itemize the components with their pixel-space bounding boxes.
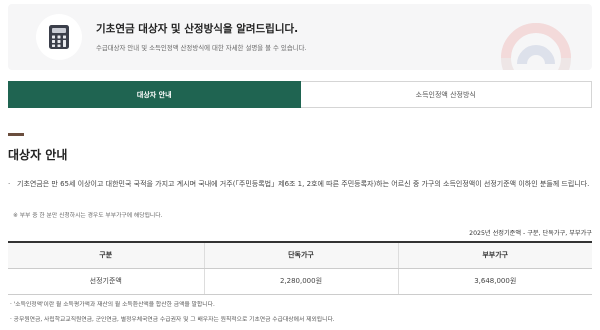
bullet-marker: · bbox=[8, 180, 11, 188]
banner-title: 기초연금 대상자 및 산정방식을 알려드립니다. bbox=[96, 23, 299, 35]
cell-category: 선정기준액 bbox=[8, 268, 204, 295]
section-title: 대상자 안내 bbox=[8, 148, 68, 162]
cell-couple-amount: 3,648,000원 bbox=[397, 268, 592, 295]
header-single-household: 단독가구 bbox=[203, 241, 398, 269]
footnote-pension-exclusion: · 공무원연금, 사립학교교직원연금, 군인연금, 별정우체국연금 수급권자 및… bbox=[10, 317, 335, 323]
header-couple-household: 부부가구 bbox=[397, 241, 592, 269]
banner-description: 수급대상자 안내 및 소득인정액 산정방식에 대한 자세한 설명을 볼 수 있습… bbox=[96, 44, 307, 52]
table-row: 선정기준액 2,280,000원 3,648,000원 bbox=[8, 268, 592, 295]
header-category: 구분 bbox=[8, 241, 204, 269]
eligibility-paragraph: · 기초연금은 만 65세 이상이고 대한민국 국적을 가지고 계시며 국내에 … bbox=[8, 176, 592, 192]
table-caption: 2025년 선정기준액 - 구분, 단독가구, 부부가구 bbox=[469, 230, 592, 237]
government-emblem bbox=[501, 23, 571, 70]
tab-income-calculation[interactable]: 소득인정액 산정방식 bbox=[300, 81, 592, 108]
tab-target-guide[interactable]: 대상자 안내 bbox=[8, 81, 301, 108]
table-header-row: 구분 단독가구 부부가구 bbox=[8, 241, 592, 269]
section-accent-bar bbox=[8, 133, 24, 136]
eligibility-text: 기초연금은 만 65세 이상이고 대한민국 국적을 가지고 계시며 국내에 거주… bbox=[17, 180, 590, 188]
cell-single-amount: 2,280,000원 bbox=[203, 268, 398, 295]
footnote-income-definition: · '소득인정액'이란 월 소득평가액과 재산의 월 소득환산액을 합산한 금액… bbox=[10, 302, 215, 308]
criteria-table: 구분 단독가구 부부가구 선정기준액 2,280,000원 3,648,000원 bbox=[8, 241, 592, 295]
calculator-icon bbox=[36, 14, 82, 60]
info-banner: 기초연금 대상자 및 산정방식을 알려드립니다. 수급대상자 안내 및 소득인정… bbox=[8, 4, 592, 70]
tab-bar: 대상자 안내 소득인정액 산정방식 bbox=[8, 81, 592, 108]
couple-note: ※ 부부 중 한 분만 신청하시는 경우도 부부가구에 해당됩니다. bbox=[13, 213, 163, 219]
